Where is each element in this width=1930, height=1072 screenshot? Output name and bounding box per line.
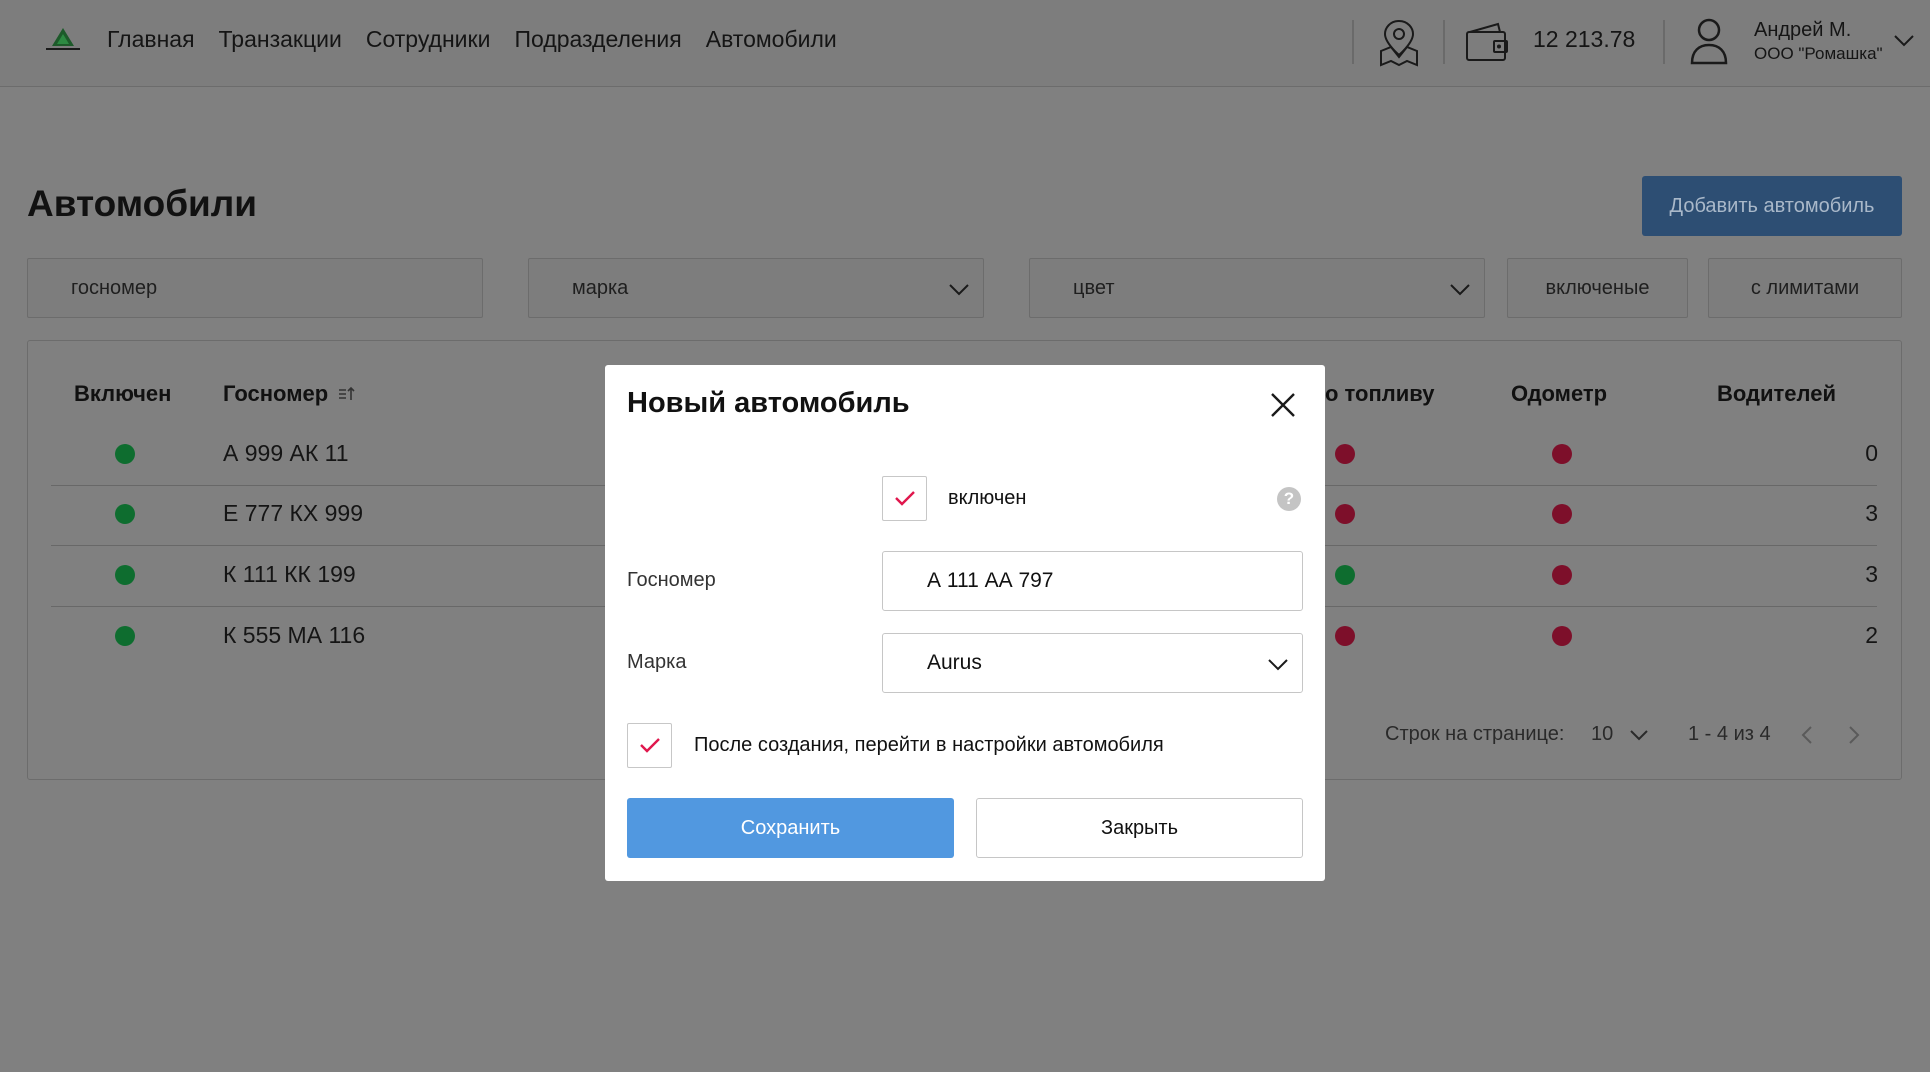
header-divider [1443, 20, 1445, 64]
enabled-checkbox-label[interactable]: включен [948, 487, 1026, 510]
wallet-icon[interactable] [1464, 20, 1512, 64]
plate-field-label: Госномер [627, 569, 716, 591]
plate-input-value: А 111 АА 797 [927, 569, 1054, 592]
sort-icon[interactable] [337, 384, 357, 404]
top-header: Главная Транзакции Сотрудники Подразделе… [0, 0, 1930, 87]
nav-item-employees[interactable]: Сотрудники [366, 26, 491, 53]
odometer-status-dot [1552, 626, 1572, 646]
user-name[interactable]: Андрей М. [1754, 19, 1851, 42]
nav-item-home[interactable]: Главная [107, 26, 195, 53]
column-header-drivers[interactable]: Водителей [1717, 381, 1836, 407]
header-divider [1663, 20, 1665, 64]
plate-input[interactable]: А 111 АА 797 [882, 551, 1303, 611]
fuel-status-dot [1335, 444, 1355, 464]
save-button[interactable]: Сохранить [627, 798, 954, 858]
add-car-button[interactable]: Добавить автомобиль [1642, 176, 1902, 236]
color-filter-placeholder: цвет [1073, 276, 1115, 299]
goto-settings-label[interactable]: После создания, перейти в настройки авто… [694, 734, 1164, 757]
row-plate[interactable]: К 111 КК 199 [223, 561, 356, 588]
help-icon[interactable]: ? [1277, 487, 1301, 511]
chevron-down-icon [949, 284, 969, 296]
rows-per-page-label: Строк на странице: [1385, 723, 1565, 745]
row-drivers-count: 2 [1865, 622, 1878, 648]
brand-field-label: Марка [627, 651, 687, 673]
check-icon [895, 491, 915, 506]
odometer-status-dot [1552, 565, 1572, 585]
chevron-down-icon [1268, 659, 1288, 671]
close-button[interactable]: Закрыть [976, 798, 1303, 858]
brand-select[interactable]: Aurus [882, 633, 1303, 693]
balance-amount: 12 213.78 [1533, 26, 1636, 52]
limits-filter-button[interactable]: с лимитами [1708, 258, 1902, 318]
enabled-checkbox[interactable] [882, 476, 927, 521]
header-divider [1352, 20, 1354, 64]
column-header-plate[interactable]: Госномер [223, 381, 328, 407]
plate-filter-input[interactable]: госномер [27, 258, 483, 318]
nav-item-departments[interactable]: Подразделения [514, 26, 681, 53]
enabled-status-dot [115, 565, 135, 585]
brand-select-value: Aurus [927, 651, 982, 674]
brand-filter-select[interactable]: марка [528, 258, 984, 318]
plate-filter-placeholder: госномер [71, 276, 158, 299]
row-plate[interactable]: Е 777 КХ 999 [223, 500, 363, 527]
new-car-modal: Новый автомобиль включен ? Госномер А 11… [605, 365, 1325, 881]
odometer-status-dot [1552, 444, 1572, 464]
chevron-down-icon[interactable] [1628, 725, 1650, 745]
chevron-right-icon[interactable] [1847, 724, 1861, 746]
color-filter-select[interactable]: цвет [1029, 258, 1485, 318]
user-icon[interactable] [1689, 17, 1729, 65]
row-drivers-count: 3 [1865, 500, 1878, 526]
chevron-down-icon [1450, 284, 1470, 296]
odometer-status-dot [1552, 504, 1572, 524]
pagination-range: 1 - 4 из 4 [1688, 723, 1771, 745]
nav-item-transactions[interactable]: Транзакции [219, 26, 342, 53]
brand-filter-placeholder: марка [572, 276, 629, 299]
rows-per-page-select[interactable]: 10 [1591, 723, 1613, 746]
row-plate[interactable]: К 555 МА 116 [223, 622, 365, 649]
enabled-status-dot [115, 504, 135, 524]
modal-title: Новый автомобиль [627, 387, 910, 419]
user-organization[interactable]: ООО "Ромашка" [1754, 44, 1883, 64]
column-header-odometer[interactable]: Одометр [1511, 381, 1607, 407]
enabled-status-dot [115, 444, 135, 464]
fuel-status-dot [1335, 504, 1355, 524]
fuel-status-dot [1335, 565, 1355, 585]
goto-settings-checkbox[interactable] [627, 723, 672, 768]
row-drivers-count: 0 [1865, 440, 1878, 466]
enabled-filter-button[interactable]: включеные [1507, 258, 1688, 318]
column-header-fuel[interactable]: о топливу [1325, 381, 1434, 407]
enabled-status-dot [115, 626, 135, 646]
row-plate[interactable]: А 999 АК 11 [223, 440, 349, 467]
fuel-status-dot [1335, 626, 1355, 646]
map-pin-icon[interactable] [1377, 17, 1421, 67]
row-drivers-count: 3 [1865, 561, 1878, 587]
check-icon [640, 738, 660, 753]
chevron-down-icon[interactable] [1893, 34, 1915, 48]
nav-item-cars[interactable]: Автомобили [706, 26, 837, 53]
main-nav: Главная Транзакции Сотрудники Подразделе… [107, 26, 837, 53]
logo-icon[interactable] [42, 24, 84, 56]
close-icon[interactable] [1268, 390, 1298, 420]
page-title: Автомобили [27, 183, 258, 224]
column-header-enabled[interactable]: Включен [74, 381, 171, 407]
chevron-left-icon[interactable] [1800, 724, 1814, 746]
